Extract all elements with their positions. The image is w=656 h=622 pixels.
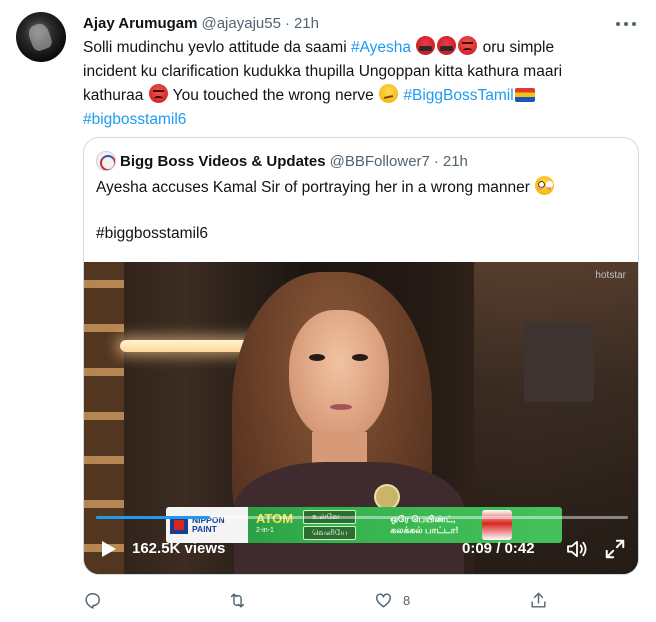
tweet-header: Ajay Arumugam @ajayaju55 · 21h bbox=[83, 12, 319, 34]
quoted-author-handle: @BBFollower7 bbox=[329, 152, 430, 170]
retweet-icon bbox=[230, 592, 245, 608]
author-name[interactable]: Ajay Arumugam bbox=[83, 15, 197, 32]
author-avatar[interactable] bbox=[16, 12, 66, 62]
hashtag-link[interactable]: #Ayesha bbox=[351, 39, 411, 56]
reply-button[interactable] bbox=[83, 590, 112, 610]
video-frame-face bbox=[289, 310, 389, 440]
separator-dot: · bbox=[284, 14, 290, 32]
volume-icon[interactable] bbox=[566, 540, 588, 558]
quoted-hashtag: #biggbosstamil6 bbox=[96, 225, 209, 242]
tweet-text-segment: You touched the wrong nerve bbox=[168, 87, 379, 104]
quoted-timestamp: 21h bbox=[442, 152, 468, 170]
retweet-button[interactable] bbox=[228, 590, 257, 610]
hotstar-watermark: hotstar bbox=[595, 270, 626, 281]
video-frame-detail bbox=[309, 354, 325, 361]
author-handle[interactable]: @ajayaju55 bbox=[201, 15, 280, 32]
video-frame-detail bbox=[352, 354, 368, 361]
video-progress-bar[interactable] bbox=[96, 516, 628, 519]
reply-icon bbox=[85, 592, 100, 609]
play-icon[interactable] bbox=[102, 541, 116, 557]
separator-dot: · bbox=[433, 152, 439, 170]
quoted-tweet[interactable]: Bigg Boss Videos & Updates @BBFollower7 … bbox=[83, 137, 639, 575]
video-player[interactable]: hotstar NIPPON PAINT ATOM 2-in-1 உள்ளே வ… bbox=[84, 262, 638, 574]
flushed-face-emoji-icon bbox=[535, 176, 555, 195]
video-frame-detail bbox=[330, 404, 352, 410]
video-background bbox=[84, 262, 124, 574]
like-button[interactable]: 8 bbox=[374, 590, 410, 610]
hashtag-link[interactable]: #bigbosstamil6 bbox=[83, 111, 186, 128]
video-progress-fill bbox=[96, 516, 210, 519]
fullscreen-icon[interactable] bbox=[604, 538, 626, 560]
tweet-text-segment: Solli mudinchu yevlo attitude da saami bbox=[83, 39, 351, 56]
video-background bbox=[524, 322, 594, 402]
angry-symbols-emoji-icon bbox=[437, 36, 457, 55]
bigg-boss-hashflag-icon bbox=[514, 88, 535, 102]
tweet-actions: 8 bbox=[83, 590, 553, 612]
quoted-author-avatar bbox=[96, 151, 116, 171]
more-icon[interactable] bbox=[616, 14, 636, 34]
hashtag-link[interactable]: #BiggBossTamil bbox=[403, 87, 513, 104]
view-count: 162.5K views bbox=[132, 540, 226, 557]
tweet-text-segment: incident ku clarification kudukka thupil… bbox=[83, 63, 563, 80]
share-icon bbox=[531, 592, 546, 608]
like-count: 8 bbox=[403, 592, 411, 608]
angry-face-emoji-icon bbox=[148, 84, 168, 103]
quoted-author-name: Bigg Boss Videos & Updates bbox=[120, 152, 326, 170]
quoted-tweet-header: Bigg Boss Videos & Updates @BBFollower7 … bbox=[96, 150, 468, 172]
tweet-text-segment: kathuraa bbox=[83, 87, 148, 104]
angry-face-emoji-icon bbox=[458, 36, 478, 55]
confused-face-emoji-icon bbox=[379, 84, 399, 103]
tweet-text-segment: oru simple bbox=[478, 39, 555, 56]
angry-symbols-emoji-icon bbox=[416, 36, 436, 55]
tweet-timestamp[interactable]: 21h bbox=[294, 15, 319, 32]
quoted-tweet-text: Ayesha accuses Kamal Sir of portraying h… bbox=[96, 176, 626, 200]
tweet-text: Solli mudinchu yevlo attitude da saami #… bbox=[83, 36, 623, 132]
like-icon bbox=[376, 592, 391, 608]
quoted-text-segment: Ayesha accuses Kamal Sir of portraying h… bbox=[96, 179, 535, 196]
video-time-readout: 0:09 / 0:42 bbox=[462, 540, 535, 557]
share-button[interactable] bbox=[529, 590, 558, 610]
video-controls: 162.5K views 0:09 / 0:42 bbox=[84, 532, 638, 566]
tweet[interactable]: Ajay Arumugam @ajayaju55 · 21h Solli mud… bbox=[0, 0, 656, 622]
